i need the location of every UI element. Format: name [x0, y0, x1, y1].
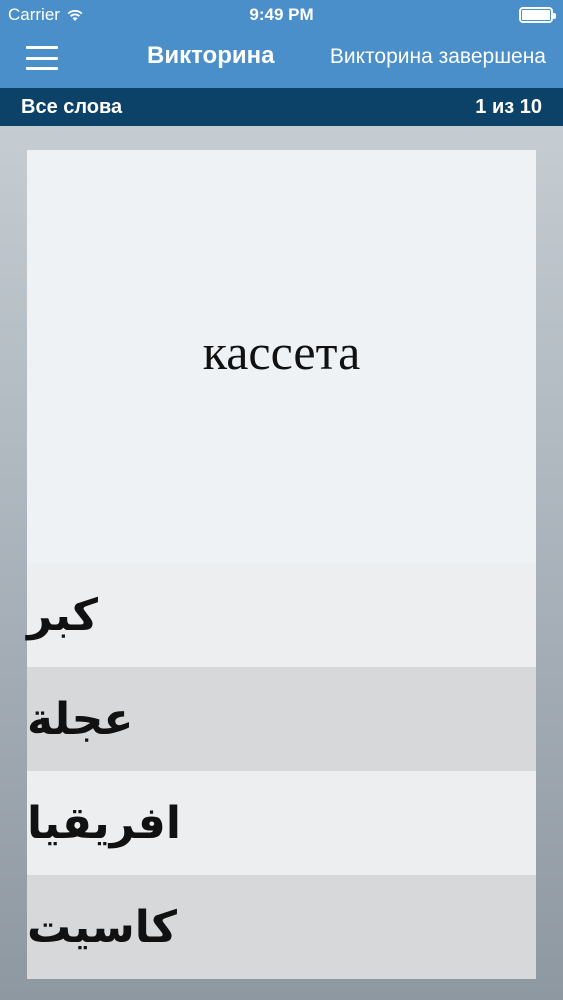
quiz-finished-link[interactable]: Викторина завершена	[330, 45, 546, 69]
battery-icon	[519, 7, 556, 23]
word-category: Все слова	[21, 96, 123, 118]
menu-button[interactable]	[26, 46, 58, 70]
answer-option[interactable]: افريقيا	[27, 771, 536, 875]
status-time: 9:49 PM	[249, 5, 314, 24]
answer-option[interactable]: كاسيت	[27, 875, 536, 979]
hamburger-icon-line	[26, 56, 58, 60]
question-card: кассета	[27, 150, 536, 563]
quiz-info-bar: Все слова 1 из 10	[0, 88, 563, 126]
header: Carrier 9:49 PM Викторина Викторина заве…	[0, 0, 563, 88]
answer-option[interactable]: كبر	[27, 563, 536, 667]
battery-level	[522, 10, 550, 20]
answer-list: كبر عجلة افريقيا كاسيت	[27, 563, 536, 979]
question-word: кассета	[202, 323, 361, 380]
answer-option[interactable]: عجلة	[27, 667, 536, 771]
nav-bar: Викторина Викторина завершена	[0, 30, 563, 88]
status-bar: Carrier 9:49 PM	[0, 0, 563, 30]
page-title: Викторина	[147, 42, 275, 69]
hamburger-icon-line	[26, 67, 58, 70]
hamburger-icon-line	[26, 46, 58, 49]
quiz-progress: 1 из 10	[475, 96, 542, 118]
quiz-screen: Carrier 9:49 PM Викторина Викторина заве…	[0, 0, 563, 1000]
